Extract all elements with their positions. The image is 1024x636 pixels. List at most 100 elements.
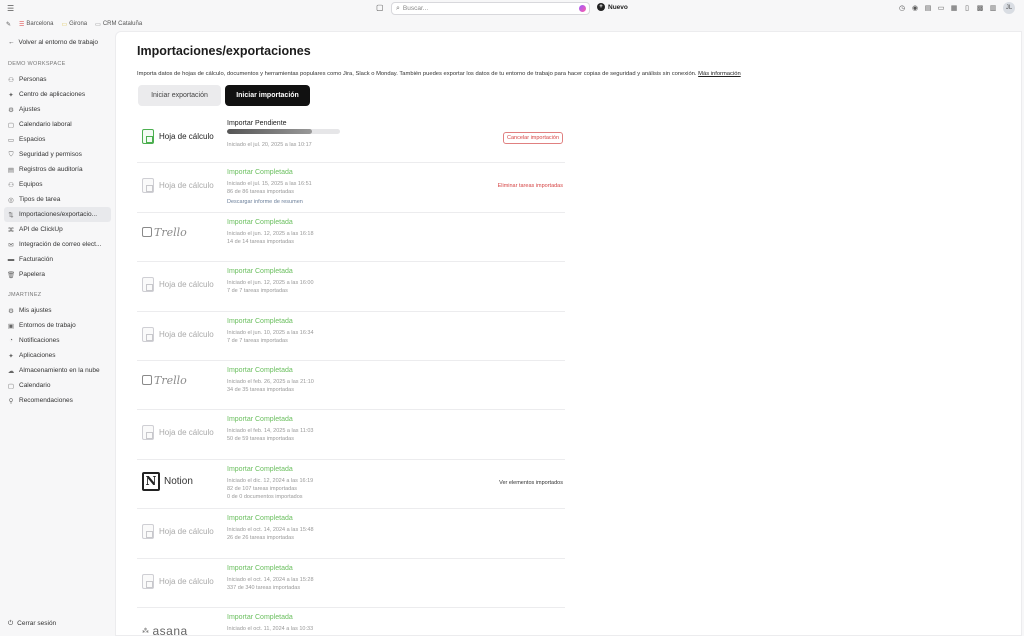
sidebar-item-people[interactable]: ⚇ Personas [4,72,111,87]
source-name: Hoja de cálculo [159,428,214,438]
apps-icon[interactable]: ▩ [976,4,984,12]
logout-label: Cerrar sesión [17,620,57,627]
import-status: Importar Completada [227,169,293,177]
import-source: Trello [142,374,187,387]
teams-icon: ⚇ [8,181,14,189]
import-meta: 26 de 26 tareas importadas [227,535,294,542]
sidebar-item-label: API de ClickUp [19,226,63,233]
favorite-barcelona[interactable]: ☰ Barcelona [19,21,53,28]
doc-icon[interactable]: ▭ [937,4,945,12]
sidebar-item-import-export[interactable]: ⇅ Importaciones/exportacio... [4,207,111,222]
notion-logo-icon: N [142,471,160,491]
source-name: Trello [154,225,187,239]
cancel-import-button[interactable]: Cancelar importación [503,132,563,144]
sidebar-item-label: Papelera [19,271,46,278]
menu-icon[interactable]: ☰ [7,4,14,13]
file-icon[interactable]: ▯ [963,4,971,12]
view-imported-items-button[interactable]: Ver elementos importados [499,480,563,486]
import-source: Trello [142,226,187,239]
sidebar-item-workspaces[interactable]: ▣ Entornos de trabajo [4,318,111,333]
sidebar-item-label: Calendario [19,382,51,389]
back-to-workspace-link[interactable]: ← Volver al entorno de trabajo [8,39,98,46]
avatar[interactable]: JL [1003,2,1015,14]
timer-icon[interactable]: ◷ [898,4,906,12]
import-status: Importar Completada [227,416,293,424]
workspaces-icon: ▣ [7,322,15,330]
ai-icon[interactable] [579,5,586,12]
import-status: Importar Completada [227,515,293,523]
people-icon: ⚇ [8,76,14,84]
import-status: Importar Completada [227,465,293,473]
search-icon: ⌕ [396,4,400,12]
workspace-nav: ⚇ Personas ✦ Centro de aplicaciones ⚙ Ajustes… [4,72,111,282]
sidebar: ← Volver al entorno de trabajo DEMO WORK… [0,31,113,636]
sidebar-item-bell[interactable]: ◔ Notificaciones [4,333,111,348]
import-status: Importar Pendiente [227,120,287,127]
download-summary-link[interactable]: Descargar informe de resumen [227,199,303,205]
user-icon: ⚲ [8,397,14,405]
import-row: N Notion Importar Completada Iniciado el di… [137,460,565,510]
source-name: Hoja de cálculo [159,527,214,537]
import-row: Hoja de cálculo Importar Pendiente Iniciad… [137,114,565,164]
sidebar-item-label: Calendario laboral [19,121,72,128]
sidebar-item-gear[interactable]: ⚙ Ajustes [4,102,111,117]
import-meta: Iniciado el jun. 12, 2025 a las 16:00 [227,280,314,287]
sidebar-item-calendar[interactable]: ▢ Calendario laboral [4,117,111,132]
list-icon: ☰ [19,21,25,28]
start-export-button[interactable]: Iniciar exportación [138,85,221,106]
progress-fill [227,129,312,134]
sidebar-item-apps[interactable]: ✦ Centro de aplicaciones [4,87,111,102]
sidebar-item-calendar[interactable]: ▢ Calendario [4,378,111,393]
start-import-button[interactable]: Iniciar importación [225,85,310,106]
import-meta: Iniciado el oct. 14, 2024 a las 15:48 [227,527,314,534]
source-name: Trello [154,373,187,387]
logout-button[interactable]: ⏻ Cerrar sesión [8,620,56,628]
delete-imported-tasks-button[interactable]: Eliminar tareas importadas [498,183,563,189]
favorite-label: Barcelona [26,21,54,27]
page-title: Importaciones/exportaciones [137,44,311,58]
user-section-title: JMARTINEZ [8,292,42,298]
import-meta: Iniciado el dic. 12, 2024 a las 16:19 [227,477,314,484]
trello-logo-icon [142,375,152,386]
sidebar-item-teams[interactable]: ⚇ Equipos [4,177,111,192]
workspace-section-title: DEMO WORKSPACE [8,61,66,67]
sidebar-item-spaces[interactable]: ▭ Espacios [4,132,111,147]
board-icon[interactable]: ▥ [989,4,997,12]
favorites-bar: ✎ ☰ Barcelona ▭ Girona ▭ CRM Cataluña [0,17,1024,31]
sidebar-item-shield[interactable]: ⛉ Seguridad y permisos [4,147,111,162]
sidebar-item-audit[interactable]: ▤ Registros de auditoría [4,162,111,177]
calendar-icon: ▢ [7,121,15,129]
import-meta: Iniciado el oct. 11, 2024 a las 10:33 [227,625,314,632]
sidebar-item-settings[interactable]: ⚙ Mis ajustes [4,303,111,318]
spaces-icon: ▭ [7,136,15,144]
sidebar-item-billing[interactable]: ▬ Facturación [4,252,111,267]
mail-icon: ✉ [8,241,14,249]
sidebar-item-user[interactable]: ⚲ Recomendaciones [4,393,111,408]
sidebar-item-mail[interactable]: ✉ Integración de correo elect... [4,237,111,252]
calendar-icon[interactable]: ▢ [376,3,386,13]
import-meta: 86 de 86 tareas importadas [227,189,294,196]
sidebar-item-api[interactable]: ⌘ API de ClickUp [4,222,111,237]
audit-icon: ▤ [7,166,15,174]
grid-icon[interactable]: ▦ [950,4,958,12]
import-meta: Iniciado el jul. 15, 2025 a las 16:51 [227,181,312,188]
api-icon: ⌘ [7,226,15,234]
sidebar-item-trash[interactable]: 🗑 Papelera [4,267,111,282]
favorite-crm-cataluna[interactable]: ▭ CRM Cataluña [95,21,142,28]
folder-icon: ▭ [61,21,68,28]
import-row: Trello Importar Completada Iniciado el feb… [137,361,565,411]
record-icon[interactable]: ◉ [911,4,919,12]
cloud-icon: ☁ [7,367,15,375]
sidebar-item-apps[interactable]: ✦ Aplicaciones [4,348,111,363]
sidebar-item-task-type[interactable]: ◎ Tipos de tarea [4,192,111,207]
favorite-label: CRM Cataluña [102,21,143,27]
new-button[interactable]: + Nuevo [597,3,628,11]
more-info-link[interactable]: Más información [698,71,741,77]
calendar-icon: ▢ [7,382,15,390]
search-input[interactable]: ⌕ Buscar... [391,2,590,15]
sidebar-item-cloud[interactable]: ☁ Almacenamiento en la nube [4,363,111,378]
arrow-left-icon: ← [8,39,15,46]
import-progress-bar [227,129,340,134]
note-icon[interactable]: ▤ [924,4,932,12]
favorite-girona[interactable]: ▭ Girona [61,21,87,28]
